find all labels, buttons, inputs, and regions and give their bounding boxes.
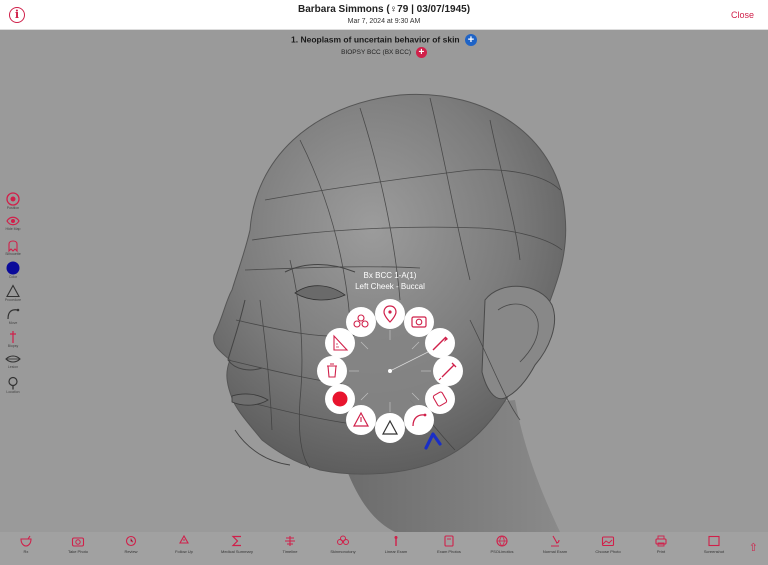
tool-pin[interactable]: Biopsy [3,330,23,353]
tool-lips[interactable]: Lesion [3,353,23,376]
tab-medical-summary[interactable]: Medical Summary [210,535,264,554]
tab-take-photo[interactable]: Take Photo [51,535,105,554]
eye-icon [6,216,20,226]
wheel-triangle-button[interactable] [375,413,405,443]
tab-label: Follow Up [175,549,193,554]
lesion-id: Bx BCC 1-A(1) [363,271,417,280]
tool-label: Hide Map [5,227,21,231]
tab-label: Exam Photos [437,549,461,554]
wheel-link-button[interactable] [346,307,376,337]
wheel-record-button[interactable] [325,384,355,414]
timeline-icon [285,536,295,546]
scroll-up-icon[interactable]: ⇧ [749,541,758,554]
tab-label: Take Photo [67,549,88,554]
tab-normal-exam[interactable]: Normal Exam [528,535,582,554]
tab-label: Normal Exam [542,549,568,554]
tab-label: Rx [23,549,29,554]
tab-linear-exam[interactable]: Linear Exam [369,535,423,554]
head-model[interactable] [0,0,768,532]
tab-label: Screenshot [703,549,725,554]
sigma-icon [231,535,241,547]
tab-label: PSOLimotics [490,549,514,554]
lips-icon [5,355,21,363]
record-dot-icon [332,391,348,407]
tab-label: Medical Summary [220,549,253,554]
tool-wand[interactable]: Move [3,307,23,330]
ghost-icon [8,240,18,252]
microscope-icon [337,535,349,545]
lesion-location: Left Cheek - Buccal [355,282,425,291]
wheel-pin-button[interactable] [375,299,405,329]
dial-center[interactable] [340,321,440,421]
magnifier-icon [8,376,18,390]
tool-label: Biopsy [7,344,19,348]
globe-icon [496,535,508,547]
tab-skin-monotony[interactable]: Skinmonotony [316,535,370,554]
tab-timeline[interactable]: Timeline [263,535,317,554]
curve-tool-icon [7,308,20,320]
screenshot-icon [708,535,720,547]
tab-exam-photos[interactable]: Exam Photos [422,535,476,554]
color-swatch-icon [6,261,20,275]
tool-color[interactable]: Color [3,261,23,284]
tab-choose-photo[interactable]: Choose Photo [581,535,635,554]
tab-print[interactable]: Print [634,535,688,554]
wheel-scalpel-button[interactable] [425,328,455,358]
tab-follow-up[interactable]: Follow Up [157,535,211,554]
tool-label: Lesion [7,365,19,369]
recycle-icon [179,535,189,544]
tool-label: Location [6,390,20,394]
tool-eye[interactable]: Hide Map [3,215,23,238]
tab-rx[interactable]: Rx [0,535,53,554]
print-icon [655,535,667,547]
pin-icon [10,331,16,343]
triangle-icon [6,284,20,298]
tool-triangle[interactable]: Procedure [3,284,23,307]
microscope-icon [551,535,560,547]
tab-label: Choose Photo [595,549,621,554]
lineart-icon [394,536,398,546]
tab-psolimotics[interactable]: PSOLimotics [475,535,529,554]
tool-label: Move [8,321,18,325]
tool-ghost[interactable]: Silhouette [3,238,23,261]
tool-magnifier[interactable]: Location [3,376,23,399]
tab-label: Timeline [282,549,298,554]
camera-icon [71,537,85,547]
target-icon [6,192,20,206]
lesion-annotation: Bx BCC 1-A(1) Left Cheek - Buccal [300,270,480,292]
wheel-syringe-button[interactable] [433,356,463,386]
wheel-curve-button[interactable] [404,405,434,435]
tool-target[interactable]: Position [3,192,23,215]
bottom-toolbar: Rx Take Photo Review Follow Up Medical S… [0,532,768,565]
tab-review[interactable]: Review [104,535,158,554]
tool-label: Procedure [4,298,22,302]
rx-icon [20,535,32,547]
tool-label: Color [8,275,18,279]
left-tool-palette: Position Hide Map Silhouette Color Proce… [3,192,23,399]
tab-screenshot[interactable]: Screenshot [687,535,741,554]
tool-label: Silhouette [5,252,21,256]
gallery-icon [601,536,615,547]
review-icon [125,535,137,547]
wheel-trash-button[interactable] [317,356,347,386]
tab-label: Linear Exam [384,549,408,554]
tab-label: Review [124,549,138,554]
exam-photo-icon [444,535,454,547]
tab-label: Print [656,549,666,554]
tool-label: Position [6,206,20,210]
tab-label: Skinmonotony [330,549,356,554]
